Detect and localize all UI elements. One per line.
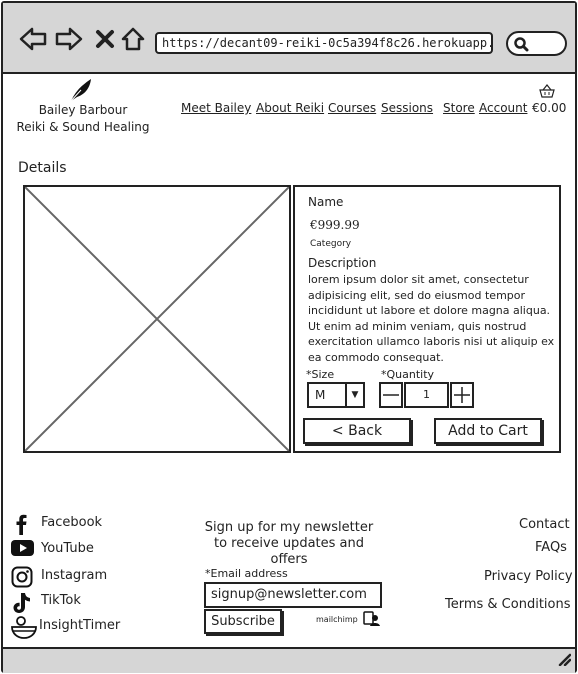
cart-total[interactable]: €0.00 bbox=[532, 101, 566, 115]
brand-name[interactable]: Bailey Barbour bbox=[23, 103, 143, 117]
social-label: InsightTimer bbox=[39, 618, 121, 633]
social-label: TikTok bbox=[41, 593, 81, 608]
address-bar[interactable]: https://decant09-reiki-0c5a394f8c26.hero… bbox=[155, 32, 493, 54]
quantity-increment-button[interactable] bbox=[450, 382, 474, 408]
product-image-placeholder bbox=[23, 185, 291, 453]
nav-about-reiki[interactable]: About Reiki bbox=[256, 101, 324, 115]
quantity-input[interactable]: 1 bbox=[404, 382, 449, 408]
nav-store[interactable]: Store bbox=[443, 101, 475, 115]
social-label: Instagram bbox=[41, 568, 108, 583]
brand-tagline[interactable]: Reiki & Sound Healing bbox=[15, 120, 151, 134]
social-label: Facebook bbox=[41, 515, 103, 530]
email-label: *Email address bbox=[205, 567, 288, 580]
product-category: Category bbox=[310, 239, 352, 249]
home-icon[interactable] bbox=[117, 23, 149, 55]
browser-toolbar: https://decant09-reiki-0c5a394f8c26.hero… bbox=[3, 3, 575, 74]
browser-window: https://decant09-reiki-0c5a394f8c26.hero… bbox=[1, 1, 577, 673]
size-select[interactable]: M ▼ bbox=[307, 382, 365, 408]
email-field[interactable]: signup@newsletter.com bbox=[204, 582, 382, 608]
footer-link-faqs[interactable]: FAQs bbox=[535, 540, 567, 555]
mailchimp-icon bbox=[363, 611, 381, 631]
description-heading: Description bbox=[308, 256, 377, 270]
nav-meet-bailey[interactable]: Meet Bailey bbox=[181, 101, 251, 115]
product-description: lorem ipsum dolor sit amet, consectetur … bbox=[308, 273, 555, 364]
quantity-label: *Quantity bbox=[381, 368, 435, 381]
footer-link-contact[interactable]: Contact bbox=[519, 517, 570, 532]
singing-bowl-icon bbox=[11, 616, 37, 644]
nav-courses[interactable]: Courses bbox=[328, 101, 376, 115]
page-title: Details bbox=[18, 160, 67, 176]
tiktok-icon bbox=[11, 591, 33, 619]
add-to-cart-button[interactable]: Add to Cart bbox=[434, 418, 542, 444]
instagram-icon bbox=[11, 566, 33, 592]
youtube-icon bbox=[11, 539, 35, 561]
chevron-down-icon[interactable]: ▼ bbox=[345, 384, 363, 406]
footer-link-privacy-policy[interactable]: Privacy Policy bbox=[484, 569, 573, 584]
size-select-value: M bbox=[315, 388, 326, 402]
basket-icon[interactable] bbox=[539, 83, 555, 102]
facebook-icon bbox=[11, 513, 31, 539]
forward-arrow-icon[interactable] bbox=[53, 23, 85, 55]
nav-account[interactable]: Account bbox=[479, 101, 527, 115]
newsletter-heading: Sign up for my newsletter to receive upd… bbox=[204, 520, 374, 567]
product-price: €999.99 bbox=[310, 218, 360, 232]
browser-search-box[interactable] bbox=[506, 31, 567, 56]
subscribe-button[interactable]: Subscribe bbox=[204, 609, 282, 634]
social-label: YouTube bbox=[41, 541, 94, 556]
product-details-panel: Name €999.99 Category Description lorem … bbox=[293, 185, 561, 453]
size-label: *Size bbox=[306, 368, 335, 381]
footer-link-terms[interactable]: Terms & Conditions bbox=[445, 597, 571, 612]
mailchimp-label: mailchimp bbox=[316, 615, 358, 624]
resize-grip-icon[interactable] bbox=[557, 651, 572, 670]
back-button[interactable]: < Back bbox=[303, 418, 411, 444]
back-arrow-icon[interactable] bbox=[17, 23, 49, 55]
quantity-decrement-button[interactable] bbox=[379, 382, 403, 408]
nav-sessions[interactable]: Sessions bbox=[381, 101, 433, 115]
product-name: Name bbox=[308, 195, 344, 209]
browser-status-bar bbox=[3, 647, 575, 673]
